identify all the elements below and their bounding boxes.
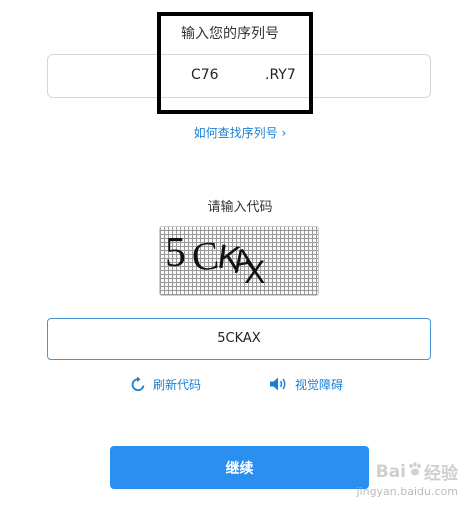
find-serial-link-row: 如何查找序列号 › bbox=[0, 122, 460, 141]
captcha-glyph-x: X bbox=[244, 254, 265, 290]
serial-number-value-part-2: .RY7 bbox=[265, 67, 296, 83]
find-serial-link[interactable]: 如何查找序列号 › bbox=[194, 126, 287, 140]
refresh-code-button[interactable]: 刷新代码 bbox=[130, 374, 201, 394]
baidu-jingyan-watermark: Bai 经验 jingyan.baidu.com bbox=[340, 459, 458, 507]
refresh-icon bbox=[130, 376, 147, 393]
paw-icon bbox=[407, 461, 423, 482]
watermark-brand: Bai 经验 bbox=[375, 459, 458, 485]
watermark-url: jingyan.baidu.com bbox=[356, 485, 458, 498]
watermark-brand-right: 经验 bbox=[424, 464, 458, 484]
find-serial-link-label: 如何查找序列号 bbox=[193, 126, 278, 140]
captcha-code-input-value: 5CKAX bbox=[217, 331, 261, 346]
speaker-icon bbox=[269, 376, 289, 392]
serial-number-title: 输入您的序列号 bbox=[181, 26, 279, 42]
chevron-right-icon: › bbox=[277, 126, 287, 140]
serial-number-value-part-1: C76 bbox=[191, 67, 219, 83]
audio-captcha-label: 视觉障碍 bbox=[295, 377, 344, 392]
serial-number-input[interactable] bbox=[47, 54, 431, 98]
audio-captcha-button[interactable]: 视觉障碍 bbox=[269, 374, 343, 394]
watermark-brand-left: Bai bbox=[375, 461, 406, 482]
captcha-title: 请输入代码 bbox=[207, 200, 273, 215]
captcha-distorted-text: 5 C K A X bbox=[165, 230, 265, 290]
continue-button[interactable]: 继续 bbox=[110, 446, 369, 489]
refresh-code-label: 刷新代码 bbox=[153, 377, 202, 392]
captcha-glyph-5: 5 bbox=[165, 230, 186, 276]
captcha-image: 5 C K A X bbox=[159, 226, 319, 296]
